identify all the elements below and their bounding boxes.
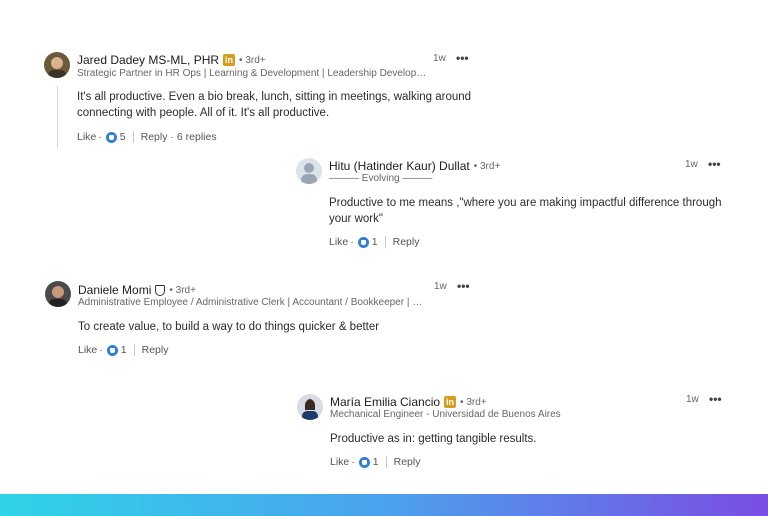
thread-line [57, 86, 58, 148]
comment-text: To create value, to build a way to do th… [78, 321, 380, 333]
like-reaction-icon[interactable] [105, 131, 117, 143]
author-name[interactable]: Hitu (Hatinder Kaur) Dullat [329, 159, 470, 173]
author-line: Daniele Momi • 3rd+ [78, 283, 196, 297]
connection-degree: • 3rd+ [473, 160, 501, 172]
connection-degree: • 3rd+ [460, 396, 487, 408]
replies-link[interactable]: · 6 replies [170, 131, 216, 143]
comment-text: Productive as in: getting tangible resul… [330, 433, 537, 445]
reply-button[interactable]: Reply [142, 344, 169, 356]
avatar[interactable] [297, 394, 323, 420]
author-line: Hitu (Hatinder Kaur) Dullat • 3rd+ [329, 159, 500, 173]
like-reaction-icon[interactable] [358, 456, 370, 468]
gradient-footer-bar [0, 494, 768, 516]
author-line: Jared Dadey MS-ML, PHR in • 3rd+ [77, 53, 266, 67]
comment-actions: Like · 1 Reply [78, 344, 169, 356]
divider [384, 236, 386, 248]
divider [132, 131, 134, 143]
reaction-count[interactable]: 1 [372, 236, 378, 248]
author-headline: Strategic Partner in HR Ops | Learning &… [77, 68, 427, 79]
connection-degree: • 3rd+ [169, 284, 196, 296]
reaction-count[interactable]: 1 [121, 344, 127, 356]
author-name[interactable]: Jared Dadey MS-ML, PHR [77, 53, 219, 67]
like-button[interactable]: Like [77, 131, 96, 143]
connection-degree: • 3rd+ [239, 54, 266, 66]
author-name[interactable]: Daniele Momi [78, 283, 151, 297]
timestamp: 1w [685, 159, 698, 170]
comment-text: It's all productive. Even a bio break, l… [77, 91, 472, 119]
timestamp: 1w [433, 53, 446, 64]
more-options-icon[interactable]: ••• [456, 51, 469, 65]
divider [133, 344, 135, 356]
more-options-icon[interactable]: ••• [708, 157, 721, 171]
like-button[interactable]: Like [329, 236, 348, 248]
reaction-count[interactable]: 5 [120, 131, 126, 143]
timestamp: 1w [434, 281, 447, 292]
reaction-count[interactable]: 1 [373, 456, 379, 468]
like-button[interactable]: Like [330, 456, 349, 468]
linkedin-badge-icon: in [223, 54, 236, 66]
like-reaction-icon[interactable] [106, 344, 118, 356]
author-headline: Mechanical Engineer - Universidad de Bue… [330, 409, 561, 420]
timestamp: 1w [686, 394, 699, 405]
verified-shield-icon [155, 284, 166, 296]
comment-actions: Like · 1 Reply [329, 236, 420, 248]
avatar[interactable] [296, 158, 322, 184]
more-options-icon[interactable]: ••• [709, 392, 722, 406]
author-headline: ——— Evolving ——— [329, 173, 433, 184]
linkedin-badge-icon: in [444, 396, 457, 408]
author-name[interactable]: María Emilia Ciancio [330, 395, 440, 409]
avatar[interactable] [45, 281, 71, 307]
comment-actions: Like · 1 Reply [330, 456, 421, 468]
reply-button[interactable]: Reply [141, 131, 168, 143]
more-options-icon[interactable]: ••• [457, 279, 470, 293]
comment-text: Productive to me means ,"where you are m… [329, 197, 722, 225]
author-headline: Administrative Employee / Administrative… [78, 297, 423, 308]
divider [385, 456, 387, 468]
comment-actions: Like · 5 Reply · 6 replies [77, 131, 217, 143]
author-line: María Emilia Ciancio in • 3rd+ [330, 395, 487, 409]
like-reaction-icon[interactable] [357, 236, 369, 248]
reply-button[interactable]: Reply [393, 236, 420, 248]
like-button[interactable]: Like [78, 344, 97, 356]
avatar[interactable] [44, 52, 70, 78]
reply-button[interactable]: Reply [394, 456, 421, 468]
